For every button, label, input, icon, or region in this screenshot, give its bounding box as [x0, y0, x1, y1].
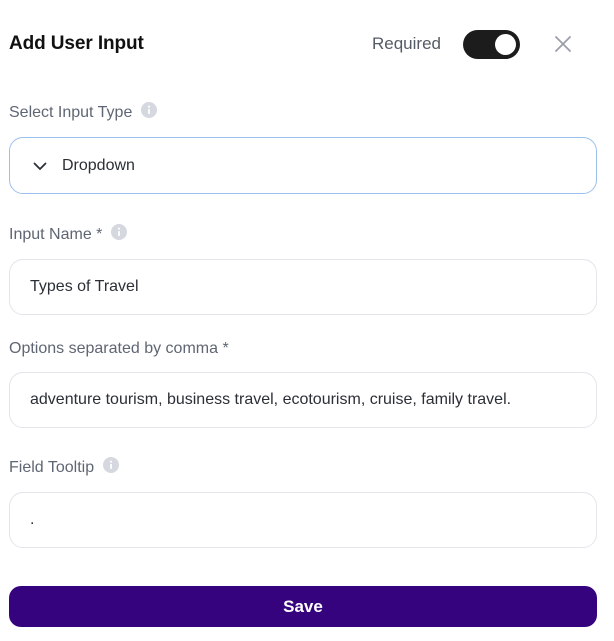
input-name-label: Input Name * — [9, 226, 103, 243]
input-type-value: Dropdown — [62, 156, 135, 174]
required-label: Required — [372, 34, 441, 53]
save-button[interactable]: Save — [9, 586, 597, 627]
add-user-input-panel: Add User Input Required Select Input Typ… — [0, 0, 614, 641]
panel-title: Add User Input — [9, 33, 144, 54]
tooltip-value: . — [30, 511, 35, 528]
input-type-label-row: Select Input Type — [9, 102, 158, 122]
options-value: adventure tourism, business travel, ecot… — [30, 391, 512, 408]
options-label-row: Options separated by comma * — [9, 340, 229, 358]
input-name-field[interactable]: Types of Travel — [9, 259, 597, 315]
input-type-select[interactable]: Dropdown — [9, 137, 597, 194]
info-icon[interactable] — [103, 457, 120, 473]
options-label: Options separated by comma * — [9, 340, 229, 357]
input-name-label-row: Input Name * — [9, 224, 128, 244]
required-toggle[interactable] — [463, 30, 520, 59]
chevron-down-icon — [33, 162, 47, 170]
input-type-label: Select Input Type — [9, 104, 133, 121]
tooltip-label: Field Tooltip — [9, 459, 95, 476]
toggle-knob — [495, 34, 516, 55]
tooltip-field[interactable]: . — [9, 492, 597, 548]
info-icon[interactable] — [111, 224, 128, 240]
close-icon[interactable] — [551, 32, 575, 56]
tooltip-label-row: Field Tooltip — [9, 457, 120, 477]
input-name-value: Types of Travel — [30, 278, 139, 295]
options-field[interactable]: adventure tourism, business travel, ecot… — [9, 372, 597, 428]
info-icon[interactable] — [141, 102, 158, 118]
